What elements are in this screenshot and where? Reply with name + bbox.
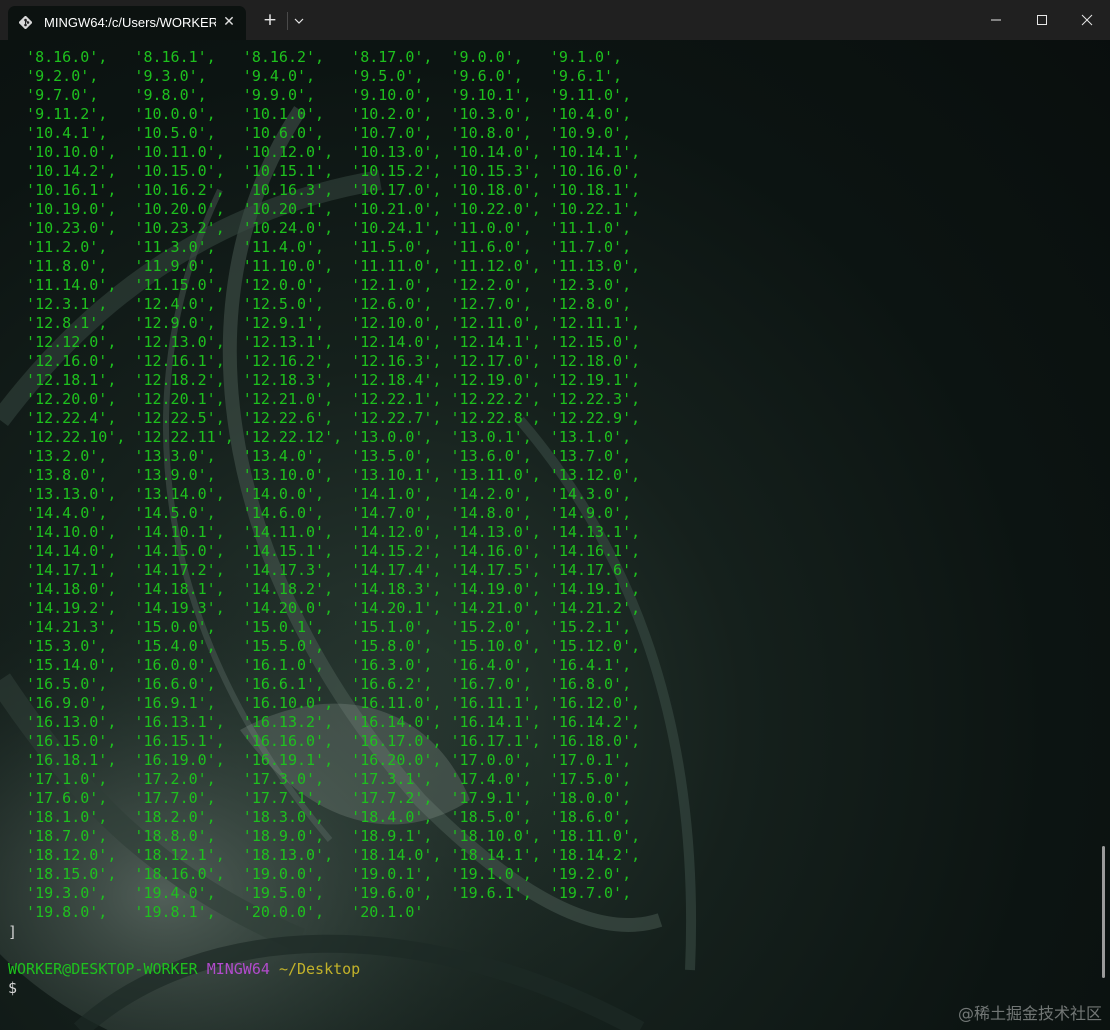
output-line: '16.18.1', '16.19.0', '16.19.1', '16.20.… [8,751,632,769]
scrollbar-thumb[interactable] [1102,846,1105,978]
maximize-button[interactable] [1019,0,1065,40]
maximize-icon [1037,15,1047,25]
terminal-window: MINGW64:/c/Users/WORKER/ ✕ + '8.16.0', '… [0,0,1110,1030]
output-line: '14.10.0', '14.10.1', '14.11.0', '14.12.… [8,523,641,541]
output-line: '8.16.0', '8.16.1', '8.16.2', '8.17.0', … [8,48,623,66]
output-line: '12.22.4', '12.22.5', '12.22.6', '12.22.… [8,409,641,427]
prompt-env: MINGW64 [206,960,270,978]
new-tab-button[interactable]: + [256,0,284,40]
output-line: '17.1.0', '17.2.0', '17.3.0', '17.3.1', … [8,770,632,788]
output-line: '10.16.1', '10.16.2', '10.16.3', '10.17.… [8,181,641,199]
output-line: '15.14.0', '16.0.0', '16.1.0', '16.3.0',… [8,656,632,674]
close-window-button[interactable] [1065,0,1110,40]
git-bash-icon [19,16,32,29]
output-line: '17.6.0', '17.7.0', '17.7.1', '17.7.2', … [8,789,632,807]
output-line: '19.8.0', '19.8.1', '20.0.0', '20.1.0' [8,903,424,921]
output-line: '12.20.0', '12.20.1', '12.21.0', '12.22.… [8,390,641,408]
output-line: '18.12.0', '18.12.1', '18.13.0', '18.14.… [8,846,641,864]
watermark: @稀土掘金技术社区 [957,1004,1102,1023]
output-line: '14.21.3', '15.0.0', '15.0.1', '15.1.0',… [8,618,632,636]
output-line: '10.14.2', '10.15.0', '10.15.1', '10.15.… [8,162,641,180]
minimize-button[interactable] [973,0,1019,40]
tab-dropdown-button[interactable] [289,0,309,40]
terminal-output-area[interactable]: '8.16.0', '8.16.1', '8.16.2', '8.17.0', … [8,48,1098,1008]
output-line: '10.19.0', '10.20.0', '10.20.1', '10.21.… [8,200,641,218]
output-line: '18.15.0', '18.16.0', '19.0.0', '19.0.1'… [8,865,632,883]
output-line: '14.14.0', '14.15.0', '14.15.1', '14.15.… [8,542,641,560]
output-line: '12.3.1', '12.4.0', '12.5.0', '12.6.0', … [8,295,632,313]
output-line: '14.17.1', '14.17.2', '14.17.3', '14.17.… [8,561,641,579]
output-line: '9.11.2', '10.0.0', '10.1.0', '10.2.0', … [8,105,632,123]
output-line: '14.19.2', '14.19.3', '14.20.0', '14.20.… [8,599,641,617]
output-line: '9.2.0', '9.3.0', '9.4.0', '9.5.0', '9.6… [8,67,623,85]
output-line: '12.16.0', '12.16.1', '12.16.2', '12.16.… [8,352,641,370]
output-line: '13.2.0', '13.3.0', '13.4.0', '13.5.0', … [8,447,632,465]
close-icon [1081,14,1093,26]
output-line: '16.5.0', '16.6.0', '16.6.1', '16.6.2', … [8,675,632,693]
output-line: '16.9.0', '16.9.1', '16.10.0', '16.11.0'… [8,694,641,712]
output-line: '14.4.0', '14.5.0', '14.6.0', '14.7.0', … [8,504,632,522]
output-line: '13.13.0', '13.14.0', '14.0.0', '14.1.0'… [8,485,632,503]
output-line: '12.18.1', '12.18.2', '12.18.3', '12.18.… [8,371,641,389]
command-input-line[interactable]: $ [8,979,1098,998]
output-line: '14.18.0', '14.18.1', '14.18.2', '14.18.… [8,580,641,598]
output-line: '18.1.0', '18.2.0', '18.3.0', '18.4.0', … [8,808,632,826]
tab-title: MINGW64:/c/Users/WORKER/ [44,15,216,30]
output-line: '9.7.0', '9.8.0', '9.9.0', '9.10.0', '9.… [8,86,632,104]
output-line: '16.15.0', '16.15.1', '16.16.0', '16.17.… [8,732,641,750]
output-line: '11.14.0', '11.15.0', '12.0.0', '12.1.0'… [8,276,632,294]
close-tab-icon[interactable]: ✕ [220,13,238,31]
prompt-user-host: WORKER@DESKTOP-WORKER [8,960,198,978]
tab-divider [287,12,288,30]
output-line: '12.12.0', '12.13.0', '12.13.1', '12.14.… [8,333,641,351]
shell-prompt: WORKER@DESKTOP-WORKER MINGW64 ~/Desktop [8,960,1098,979]
title-bar: MINGW64:/c/Users/WORKER/ ✕ + [0,0,1110,40]
output-line: '10.23.0', '10.23.2', '10.24.0', '10.24.… [8,219,632,237]
output-line: '12.22.10', '12.22.11', '12.22.12', '13.… [8,428,632,446]
output-line: '10.10.0', '10.11.0', '10.12.0', '10.13.… [8,143,641,161]
chevron-down-icon [294,18,304,24]
output-line: '11.8.0', '11.9.0', '11.10.0', '11.11.0'… [8,257,641,275]
version-list-output: '8.16.0', '8.16.1', '8.16.2', '8.17.0', … [8,48,1098,922]
output-line: '19.3.0', '19.4.0', '19.5.0', '19.6.0', … [8,884,632,902]
output-line: '15.3.0', '15.4.0', '15.5.0', '15.8.0', … [8,637,641,655]
terminal-tab[interactable]: MINGW64:/c/Users/WORKER/ ✕ [8,6,246,40]
minimize-icon [991,19,1001,21]
output-line: '16.13.0', '16.13.1', '16.13.2', '16.14.… [8,713,641,731]
output-line: '12.8.1', '12.9.0', '12.9.1', '12.10.0',… [8,314,641,332]
prompt-path: ~/Desktop [278,960,361,978]
output-line: '10.4.1', '10.5.0', '10.6.0', '10.7.0', … [8,124,632,142]
output-line: '18.7.0', '18.8.0', '18.9.0', '18.9.1', … [8,827,641,845]
output-line: '13.8.0', '13.9.0', '13.10.0', '13.10.1'… [8,466,641,484]
closing-bracket: ] [8,923,18,941]
output-line: '11.2.0', '11.3.0', '11.4.0', '11.5.0', … [8,238,632,256]
